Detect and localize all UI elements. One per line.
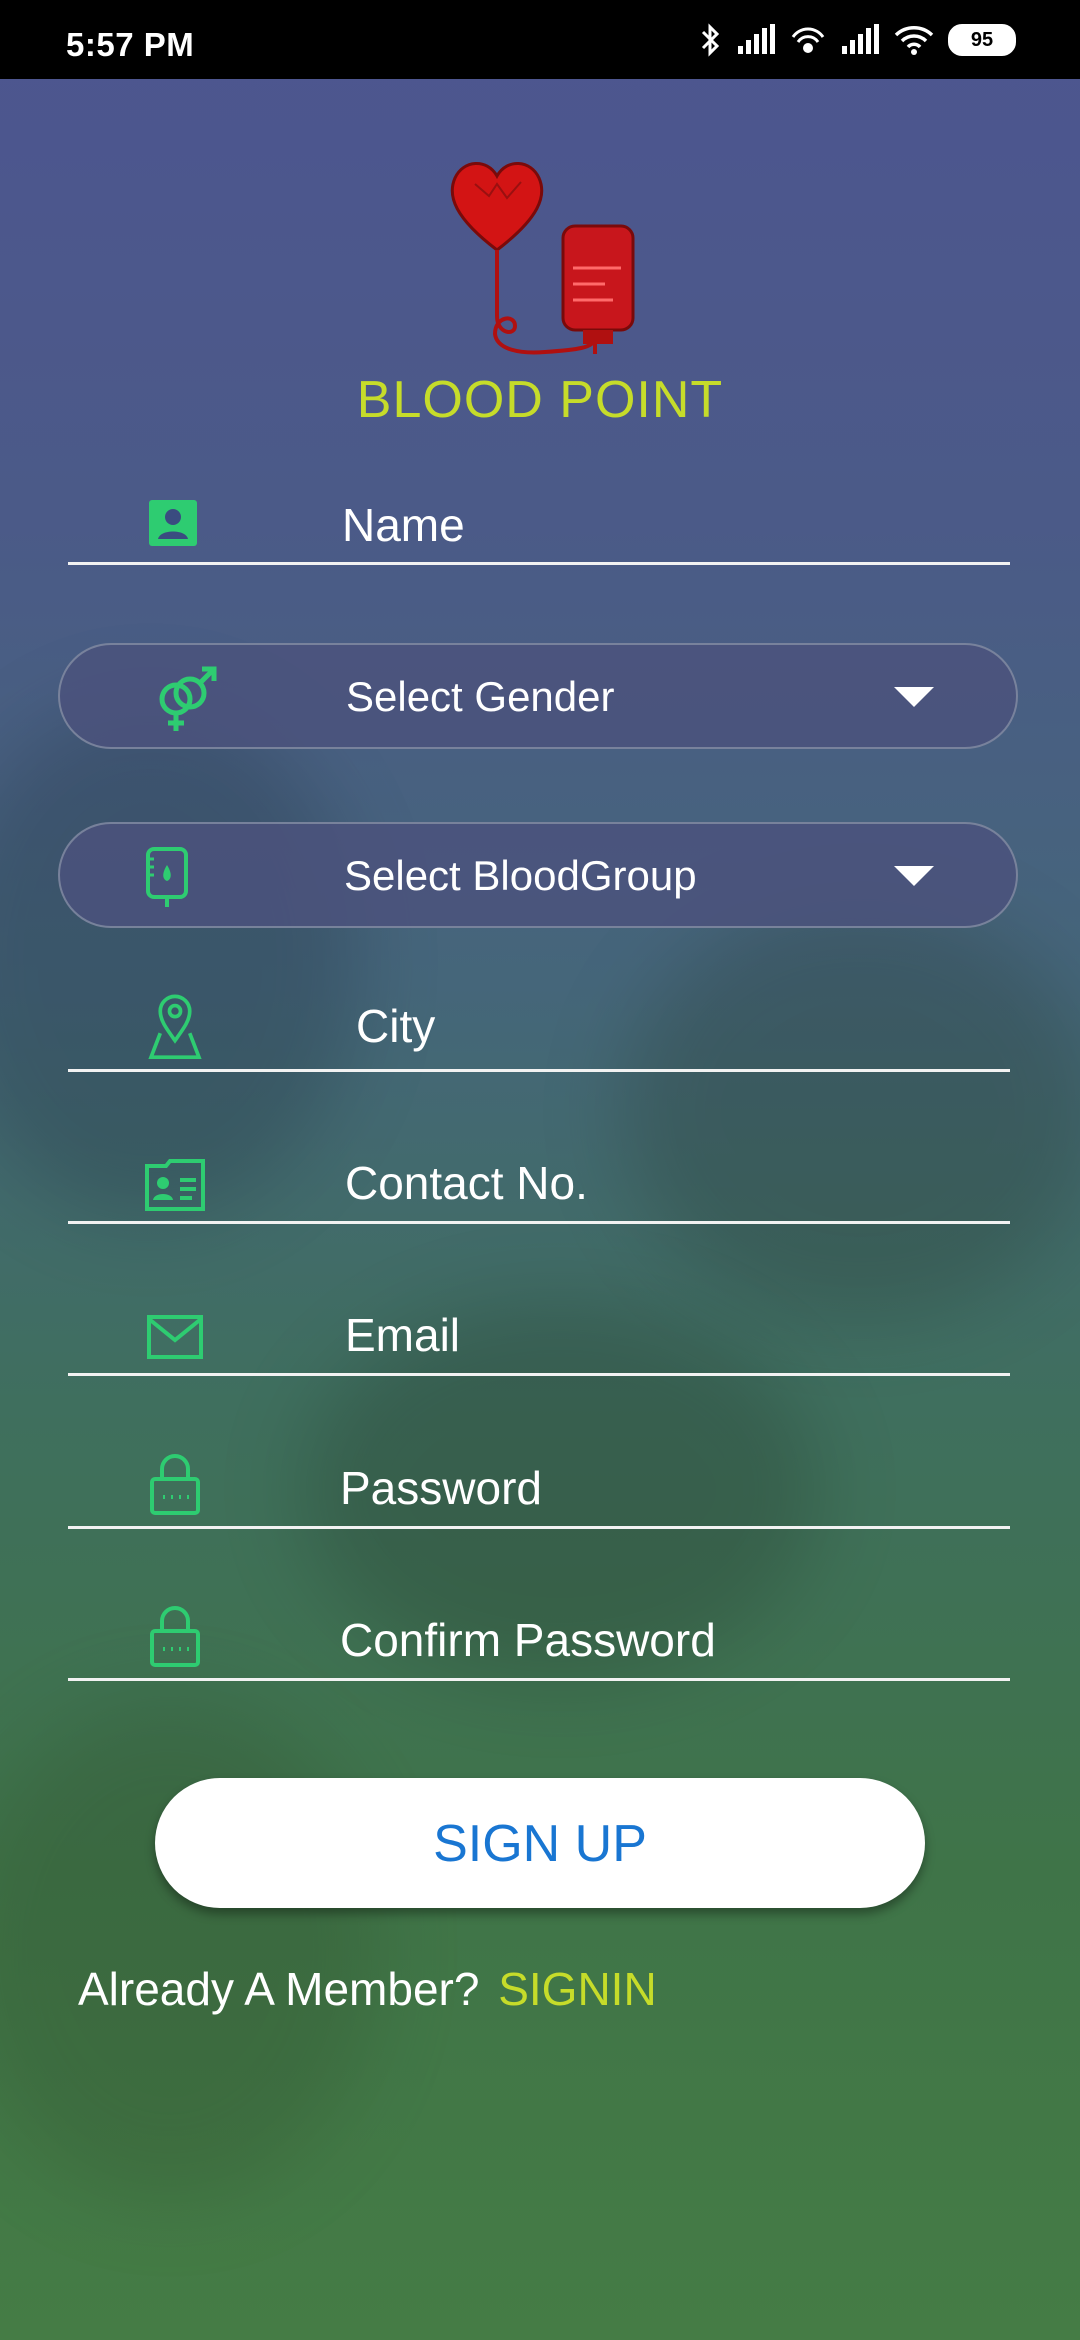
contact-input[interactable]: Contact No. — [345, 1156, 588, 1210]
gender-select[interactable]: Select Gender — [58, 643, 1018, 749]
email-input[interactable]: Email — [345, 1308, 460, 1362]
status-bar: 5:57 PM 95 — [0, 0, 1080, 79]
confirm-password-input[interactable]: Confirm Password — [340, 1613, 716, 1667]
background-shape — [0, 1700, 380, 2200]
contact-card-icon — [138, 488, 208, 558]
envelope-icon — [140, 1302, 210, 1372]
battery-icon: 95 — [948, 24, 1016, 56]
location-map-icon — [140, 989, 210, 1059]
contact-field[interactable]: Contact No. — [68, 1150, 1010, 1224]
member-text: Already A Member? — [78, 1963, 480, 2015]
status-icons: 95 — [700, 22, 1016, 58]
chevron-down-icon[interactable] — [894, 687, 934, 707]
background-shape — [620, 900, 1080, 1320]
background-shape — [0, 700, 360, 1220]
lock-icon — [140, 1601, 210, 1671]
password-input[interactable]: Password — [340, 1461, 542, 1515]
contact-folder-icon — [140, 1150, 210, 1220]
blood-point-logo-icon — [450, 162, 635, 355]
gender-icon — [150, 663, 220, 733]
status-time: 5:57 PM — [66, 26, 195, 63]
signin-link[interactable]: SIGNIN — [498, 1963, 656, 2015]
signal-icon — [842, 24, 879, 54]
lock-icon — [140, 1449, 210, 1519]
blood-bag-icon — [132, 842, 202, 912]
signal-icon — [738, 24, 775, 54]
email-field[interactable]: Email — [68, 1302, 1010, 1376]
bloodgroup-select-value: Select BloodGroup — [344, 852, 697, 899]
city-field[interactable]: City — [68, 985, 1010, 1072]
bluetooth-icon — [701, 23, 720, 57]
signup-screen: 5:57 PM 95 BLOOD POINT Name Select Gende… — [0, 0, 1080, 2340]
name-input[interactable]: Name — [342, 498, 465, 552]
signin-prompt: Already A Member? SIGNIN — [78, 1962, 657, 2016]
app-title: BLOOD POINT — [356, 371, 724, 429]
confirm-password-field[interactable]: Confirm Password — [68, 1606, 1010, 1681]
city-input[interactable]: City — [356, 999, 435, 1053]
hotspot-icon — [791, 27, 825, 53]
name-field[interactable]: Name — [68, 488, 1010, 565]
wifi-icon — [894, 26, 934, 55]
password-field[interactable]: Password — [68, 1454, 1010, 1529]
chevron-down-icon[interactable] — [894, 866, 934, 886]
bloodgroup-select[interactable]: Select BloodGroup — [58, 822, 1018, 928]
signup-button[interactable]: SIGN UP — [155, 1778, 925, 1908]
gender-select-value: Select Gender — [346, 673, 615, 720]
